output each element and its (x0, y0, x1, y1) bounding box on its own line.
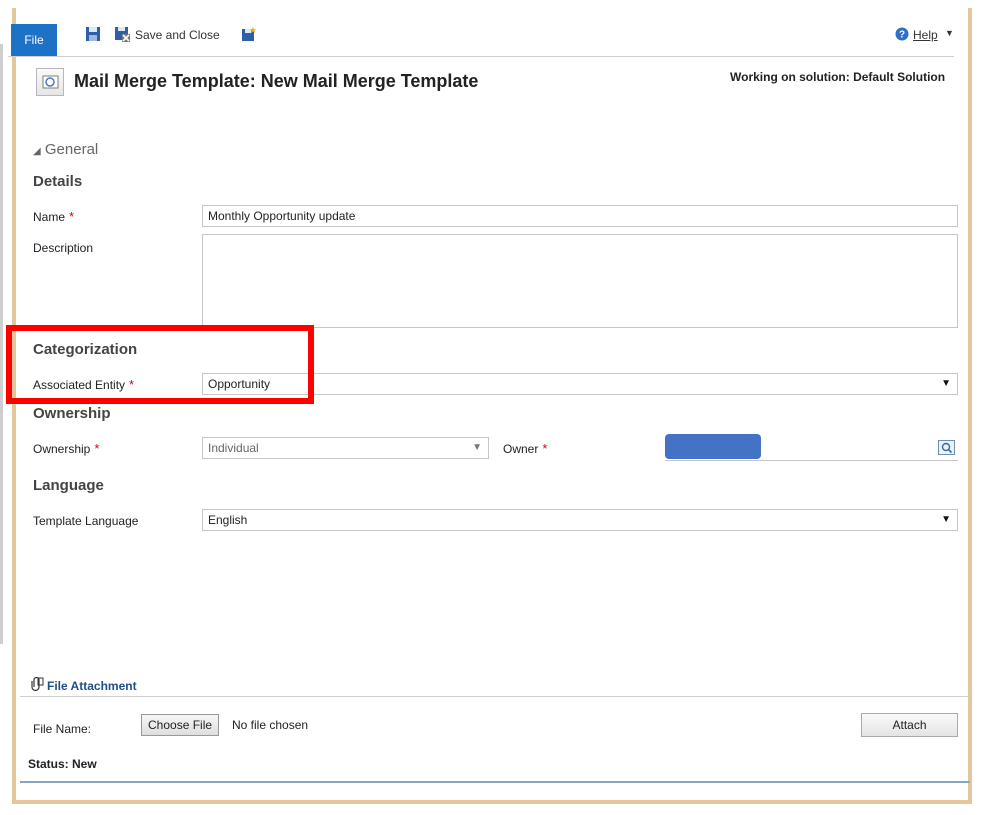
dropdown-arrow-icon: ▼ (941, 378, 951, 389)
command-bar: File Save and Close ? Help ▼ (8, 8, 954, 57)
collapse-triangle-icon: ◢ (33, 146, 41, 157)
mail-merge-template-icon (36, 68, 64, 96)
associated-entity-select[interactable]: Opportunity ▼ (202, 373, 958, 395)
solution-indicator: Working on solution: Default Solution (730, 70, 946, 84)
name-input[interactable]: Monthly Opportunity update (202, 205, 958, 227)
help-menu[interactable]: Help (913, 28, 938, 42)
template-language-value: English (208, 513, 248, 527)
language-heading: Language (33, 477, 104, 494)
help-icon[interactable]: ? (895, 27, 909, 41)
template-language-field-label: Template Language (33, 514, 139, 528)
choose-file-button[interactable]: Choose File (141, 714, 220, 736)
save-icon[interactable] (85, 26, 101, 42)
owner-label-text: Owner (503, 442, 539, 456)
divider (20, 696, 970, 697)
attach-button[interactable]: Attach (861, 713, 958, 737)
template-language-select[interactable]: English ▼ (202, 509, 958, 531)
file-name-label: File Name: (33, 722, 92, 736)
description-textarea[interactable] (202, 234, 958, 328)
paperclip-icon (31, 676, 44, 692)
save-and-close-icon[interactable] (114, 26, 130, 42)
file-attachment-title: File Attachment (47, 679, 137, 693)
save-and-close-button[interactable]: Save and Close (135, 28, 220, 42)
details-heading: Details (33, 173, 83, 190)
required-asterisk: * (69, 209, 75, 224)
general-section-label: General (44, 141, 99, 158)
no-file-chosen-text: No file chosen (232, 718, 309, 732)
owner-field-label: Owner * (503, 441, 547, 456)
footer-divider (20, 781, 970, 783)
dropdown-arrow-icon: ▼ (472, 442, 482, 453)
window-edge (0, 44, 3, 644)
highlight-annotation (6, 325, 314, 404)
required-asterisk: * (542, 441, 548, 456)
required-asterisk: * (94, 441, 100, 456)
redacted-owner-value (665, 434, 761, 459)
name-label-text: Name (33, 210, 66, 224)
dropdown-arrow-icon: ▼ (941, 514, 951, 525)
lookup-icon[interactable] (938, 440, 955, 455)
window-frame (12, 8, 972, 804)
description-field-label: Description (33, 241, 94, 255)
ownership-heading: Ownership (33, 405, 111, 422)
status-text: Status: New (28, 757, 97, 771)
general-section-toggle[interactable]: ◢ General (33, 141, 98, 158)
chevron-down-icon[interactable]: ▼ (945, 28, 954, 38)
ownership-select[interactable]: Individual ▼ (202, 437, 489, 459)
save-and-new-icon[interactable] (241, 26, 257, 42)
svg-text:?: ? (899, 30, 905, 41)
ownership-field-label: Ownership * (33, 441, 99, 456)
ownership-label-text: Ownership (33, 442, 91, 456)
file-tab[interactable]: File (11, 24, 57, 56)
name-field-label: Name * (33, 209, 74, 224)
ownership-value: Individual (208, 441, 259, 455)
page-title: Mail Merge Template: New Mail Merge Temp… (74, 71, 479, 91)
